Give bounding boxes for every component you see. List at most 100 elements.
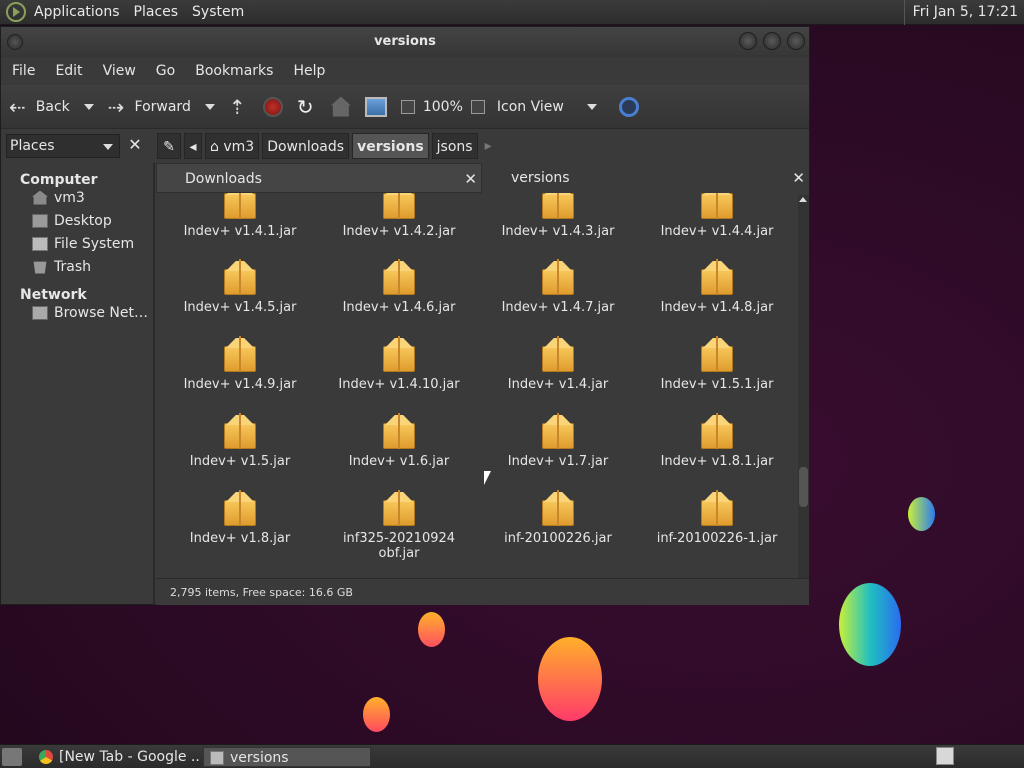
back-history-dropdown[interactable] xyxy=(83,103,94,110)
file-item[interactable]: Indev+ v1.8.1.jar xyxy=(637,413,796,469)
zoom-in-icon[interactable] xyxy=(470,99,485,114)
file-name: Indev+ v1.5.1.jar xyxy=(660,377,774,392)
file-item[interactable]: Indev+ v1.6.jar xyxy=(319,413,479,469)
sidebar-item-label: vm3 xyxy=(54,189,85,206)
menu-places[interactable]: Places xyxy=(134,4,179,20)
menubar: File Edit View Go Bookmarks Help xyxy=(1,57,809,85)
file-item[interactable]: inf-20100226-1.jar xyxy=(637,490,796,546)
menu-help[interactable]: Help xyxy=(293,63,325,79)
forward-button[interactable]: ⇢ Forward xyxy=(108,95,191,119)
scrollbar-thumb[interactable] xyxy=(799,467,808,507)
file-item[interactable]: inf-20100226.jar xyxy=(478,490,638,546)
home-folder-icon: ⌂ xyxy=(210,139,224,155)
back-button[interactable]: ⇠ Back xyxy=(9,95,70,119)
file-item[interactable]: Indev+ v1.4.5.jar xyxy=(160,259,320,315)
sidebar-item-trash[interactable]: Trash xyxy=(3,255,151,278)
taskbar-item-chrome[interactable]: [New Tab - Google ... xyxy=(33,747,199,767)
forward-history-dropdown[interactable] xyxy=(204,103,215,110)
show-desktop-icon[interactable] xyxy=(2,748,22,766)
file-item[interactable]: Indev+ v1.5.jar xyxy=(160,413,320,469)
window-menu-button[interactable] xyxy=(7,34,23,50)
up-arrow-icon[interactable]: ⇡ xyxy=(229,97,249,117)
file-item[interactable]: Indev+ v1.4.10.jar xyxy=(319,336,479,392)
close-tab-icon[interactable]: ✕ xyxy=(792,163,805,193)
breadcrumb-vm3[interactable]: ⌂ vm3 xyxy=(205,133,260,159)
file-name: Indev+ v1.7.jar xyxy=(507,454,609,469)
window-titlebar[interactable]: versions xyxy=(1,27,809,57)
menu-applications[interactable]: Applications xyxy=(34,4,120,20)
sidebar-pane-select[interactable]: Places xyxy=(6,134,120,158)
workspace-1[interactable] xyxy=(936,747,954,765)
menu-view[interactable]: View xyxy=(103,63,136,79)
tab-versions[interactable]: versions ✕ xyxy=(483,163,809,193)
jar-package-icon xyxy=(222,193,258,221)
menu-system[interactable]: System xyxy=(192,4,244,20)
pane-divider[interactable] xyxy=(153,163,155,605)
file-item[interactable]: Indev+ v1.4.4.jar xyxy=(637,193,796,239)
chevron-down-icon xyxy=(103,144,113,150)
sidebar-item-vm3[interactable]: vm3 xyxy=(3,186,151,209)
trash-icon xyxy=(33,261,47,274)
close-tab-icon[interactable]: ✕ xyxy=(464,164,477,194)
file-item[interactable]: Indev+ v1.5.1.jar xyxy=(637,336,796,392)
breadcrumb-jsons[interactable]: jsons xyxy=(431,133,478,159)
jar-package-icon xyxy=(699,413,735,451)
top-panel: Applications Places System Fri Jan 5, 17… xyxy=(0,0,1024,25)
jar-package-icon xyxy=(540,413,576,451)
file-item[interactable]: Indev+ v1.4.1.jar xyxy=(160,193,320,239)
file-name: Indev+ v1.4.4.jar xyxy=(660,224,774,239)
sidebar-item-browse-network[interactable]: Browse Net… xyxy=(3,301,151,324)
minimize-button[interactable] xyxy=(739,32,757,50)
file-name: inf-20100226-1.jar xyxy=(656,531,778,546)
sidebar-item-file-system[interactable]: File System xyxy=(3,232,151,255)
home-icon[interactable] xyxy=(330,96,351,117)
jar-package-icon xyxy=(222,259,258,297)
workspace-switcher[interactable] xyxy=(960,747,1020,765)
breadcrumb-forward-arrow-icon[interactable]: ▸ xyxy=(481,133,496,159)
zoom-out-icon[interactable] xyxy=(400,99,415,114)
jar-package-icon xyxy=(540,259,576,297)
computer-icon[interactable] xyxy=(364,96,387,117)
maximize-button[interactable] xyxy=(763,32,781,50)
edit-location-icon[interactable]: ✎ xyxy=(157,133,181,159)
menu-edit[interactable]: Edit xyxy=(55,63,82,79)
menu-bookmarks[interactable]: Bookmarks xyxy=(195,63,273,79)
file-item[interactable]: Indev+ v1.4.9.jar xyxy=(160,336,320,392)
mouse-pointer-icon xyxy=(484,471,491,485)
chrome-icon xyxy=(39,750,53,764)
breadcrumb-back-arrow-icon[interactable]: ◂ xyxy=(184,133,202,159)
view-mode-select[interactable]: Icon View xyxy=(497,99,587,115)
menu-file[interactable]: File xyxy=(12,63,35,79)
stop-icon[interactable] xyxy=(262,96,283,117)
file-item[interactable]: Indev+ v1.4.6.jar xyxy=(319,259,479,315)
menu-go[interactable]: Go xyxy=(156,63,175,79)
file-name: Indev+ v1.8.1.jar xyxy=(660,454,774,469)
file-item[interactable]: Indev+ v1.7.jar xyxy=(478,413,638,469)
breadcrumb-downloads[interactable]: Downloads xyxy=(262,133,350,159)
reload-icon[interactable]: ↻ xyxy=(297,97,317,117)
close-sidebar-icon[interactable]: ✕ xyxy=(125,134,145,156)
location-row: Places ✕ ✎ ◂ ⌂ vm3 Downloads versions js… xyxy=(1,129,809,163)
drive-icon xyxy=(32,236,48,251)
vertical-scrollbar[interactable] xyxy=(798,195,809,605)
file-item[interactable]: Indev+ v1.4.3.jar xyxy=(478,193,638,239)
file-item[interactable]: Indev+ v1.4.7.jar xyxy=(478,259,638,315)
search-icon[interactable] xyxy=(618,96,639,117)
scroll-up-icon[interactable] xyxy=(799,197,807,202)
distro-logo-icon[interactable] xyxy=(6,2,26,22)
decorative-blob xyxy=(839,583,901,666)
view-mode-dropdown[interactable] xyxy=(586,103,597,110)
tab-downloads[interactable]: Downloads ✕ xyxy=(156,163,482,193)
file-item[interactable]: Indev+ v1.8.jar xyxy=(160,490,320,546)
file-item[interactable]: Indev+ v1.4.jar xyxy=(478,336,638,392)
decorative-blob xyxy=(908,497,935,531)
breadcrumb-versions[interactable]: versions xyxy=(352,133,429,159)
taskbar-item-versions[interactable]: versions xyxy=(203,747,371,767)
file-item[interactable]: Indev+ v1.4.8.jar xyxy=(637,259,796,315)
file-item[interactable]: Indev+ v1.4.2.jar xyxy=(319,193,479,239)
file-item[interactable]: inf325-20210924 obf.jar xyxy=(319,490,479,561)
sidebar-item-desktop[interactable]: Desktop xyxy=(3,209,151,232)
clock[interactable]: Fri Jan 5, 17:21 xyxy=(903,0,1018,25)
toolbar: ⇠ Back ⇢ Forward ⇡ ↻ 100% Icon View xyxy=(1,85,809,129)
close-button[interactable] xyxy=(787,32,805,50)
